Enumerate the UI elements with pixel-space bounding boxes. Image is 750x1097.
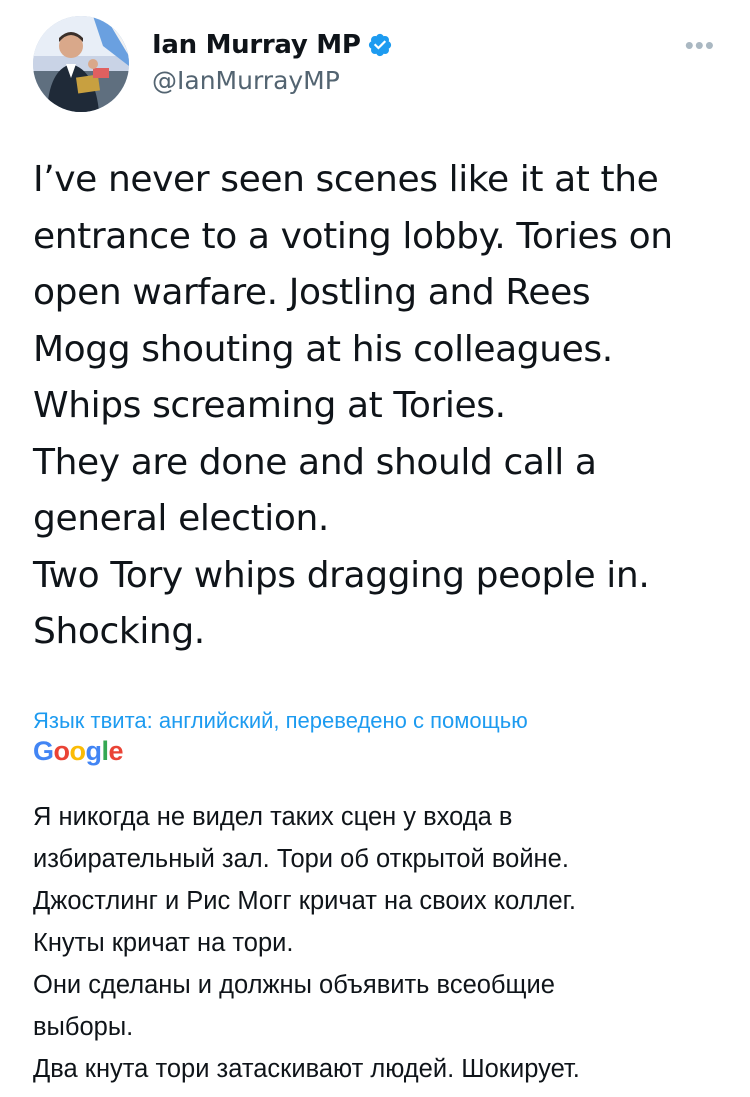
tweet-text: I’ve never seen scenes like it at the en… — [33, 159, 673, 652]
display-name-row: Ian Murray MP — [152, 28, 393, 62]
verified-badge-icon — [368, 33, 391, 57]
display-name[interactable]: Ian Murray MP — [152, 30, 361, 60]
avatar[interactable] — [33, 16, 129, 112]
author-handle[interactable]: @IanMurrayMP — [152, 66, 393, 95]
translated-text: Я никогда не видел таких сцен у входа в … — [33, 803, 580, 1083]
translation-label[interactable]: Язык твита: английский, переведено с пом… — [33, 708, 528, 734]
more-icon[interactable]: ••• — [685, 30, 715, 61]
author-info: Ian Murray MP @IanMurrayMP — [152, 28, 393, 95]
google-logo: Google — [33, 736, 124, 766]
tweet-header: Ian Murray MP @IanMurrayMP ••• — [33, 16, 723, 112]
avatar-image — [33, 16, 129, 112]
